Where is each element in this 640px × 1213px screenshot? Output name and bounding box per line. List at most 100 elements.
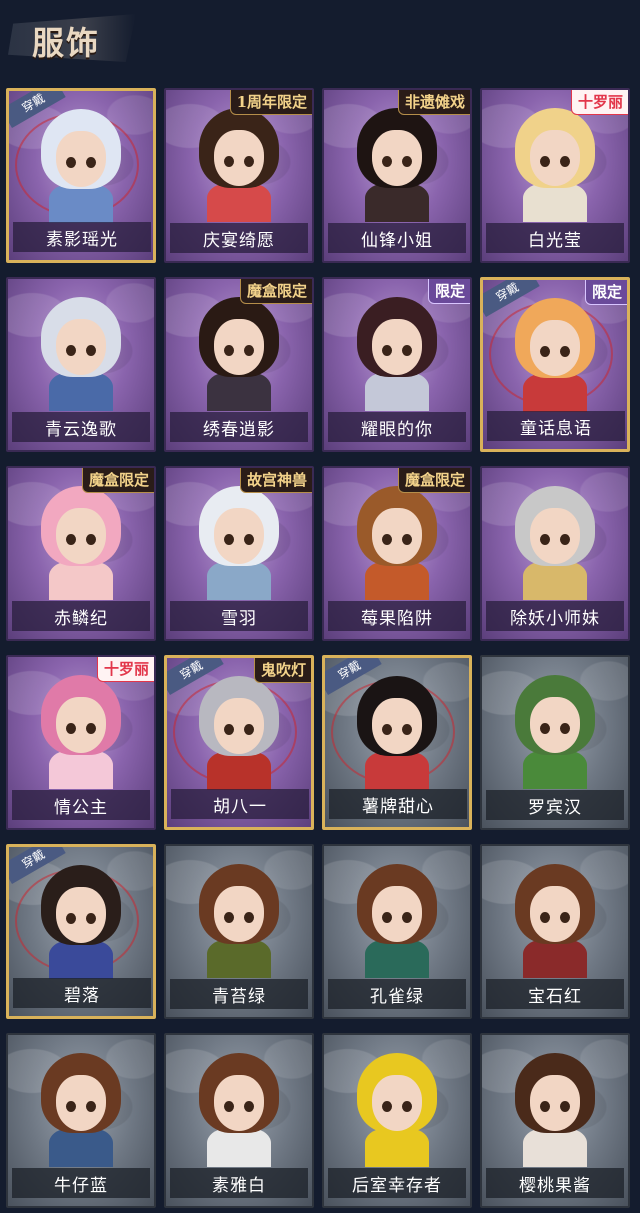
costume-name-bar: 白光莹	[486, 223, 624, 253]
costume-card[interactable]: 穿戴 碧落	[6, 844, 156, 1019]
character-portrait	[189, 297, 289, 411]
portrait-eye	[66, 913, 76, 924]
character-portrait	[31, 1053, 131, 1167]
portrait-eye	[402, 534, 412, 545]
costume-name: 白光莹	[528, 230, 582, 251]
limited-badge: 魔盒限定	[239, 279, 312, 304]
portrait-face	[56, 131, 106, 187]
costume-card[interactable]: 穿戴 薯牌甜心	[322, 655, 472, 830]
costume-card[interactable]: 孔雀绿	[322, 844, 472, 1019]
portrait-eye	[560, 912, 570, 923]
costume-card[interactable]: 限定 穿戴 童话息语	[480, 277, 630, 452]
character-portrait	[31, 865, 131, 979]
portrait-outfit	[49, 749, 113, 789]
costume-card[interactable]: 后室幸存者	[322, 1033, 472, 1208]
portrait-outfit	[49, 1127, 113, 1167]
character-portrait	[31, 675, 131, 789]
costume-card[interactable]: 穿戴 素影瑶光	[6, 88, 156, 263]
costume-card[interactable]: 十罗丽 情公主	[6, 655, 156, 830]
costume-name: 庆宴绮愿	[203, 230, 275, 251]
costume-card[interactable]: 非遗傩戏 仙锋小姐	[322, 88, 472, 263]
portrait-eye	[540, 346, 550, 357]
limited-badge: 魔盒限定	[81, 468, 154, 493]
costume-name-bar: 除妖小师妹	[486, 601, 624, 631]
costume-name-bar: 童话息语	[487, 411, 625, 441]
portrait-eye	[86, 157, 96, 168]
costume-name: 罗宾汉	[528, 797, 582, 818]
costume-card[interactable]: 故宫神兽雪羽	[164, 466, 314, 641]
costume-name-bar: 胡八一	[171, 789, 309, 819]
character-portrait	[347, 1053, 447, 1167]
costume-name-bar: 薯牌甜心	[329, 789, 467, 819]
costume-name: 青云逸歌	[45, 419, 117, 440]
costume-card[interactable]: 宝石红	[480, 844, 630, 1019]
costume-name: 宝石红	[528, 986, 582, 1007]
portrait-eye	[224, 345, 234, 356]
costume-card[interactable]: 除妖小师妹	[480, 466, 630, 641]
portrait-eye	[560, 1101, 570, 1112]
costume-card[interactable]: 十罗丽 白光莹	[480, 88, 630, 263]
portrait-outfit	[207, 1127, 271, 1167]
limited-badge: 魔盒限定	[397, 468, 470, 493]
costume-name: 仙锋小姐	[361, 230, 433, 251]
portrait-eye	[382, 156, 392, 167]
portrait-eye	[382, 345, 392, 356]
character-portrait	[505, 864, 605, 978]
portrait-eye	[382, 724, 392, 735]
costume-name-bar: 素影瑶光	[13, 222, 151, 252]
costume-name: 牛仔蓝	[54, 1175, 108, 1196]
costume-card[interactable]: 青苔绿	[164, 844, 314, 1019]
portrait-eye	[66, 157, 76, 168]
portrait-eye	[402, 156, 412, 167]
portrait-face	[530, 697, 580, 753]
portrait-outfit	[207, 560, 271, 600]
portrait-eye	[540, 912, 550, 923]
costume-card[interactable]: 鬼吹灯 穿戴 胡八一	[164, 655, 314, 830]
portrait-face	[214, 886, 264, 942]
portrait-eye	[244, 345, 254, 356]
costume-card[interactable]: 青云逸歌	[6, 277, 156, 452]
costume-name: 素影瑶光	[46, 229, 118, 250]
page-title: 服饰	[32, 24, 101, 62]
costume-card[interactable]: 素雅白	[164, 1033, 314, 1208]
portrait-outfit	[49, 183, 113, 223]
portrait-face	[214, 130, 264, 186]
costume-card[interactable]: 魔盒限定 绣春逍影	[164, 277, 314, 452]
costume-card[interactable]: 魔盒限定 莓果陷阱	[322, 466, 472, 641]
costume-name: 除妖小师妹	[510, 608, 600, 629]
costume-card[interactable]: 樱桃果酱	[480, 1033, 630, 1208]
portrait-outfit	[523, 1127, 587, 1167]
portrait-eye	[244, 156, 254, 167]
portrait-eye	[224, 156, 234, 167]
costume-card[interactable]: 1周年限定 庆宴绮愿	[164, 88, 314, 263]
limited-badge: 限定	[584, 280, 627, 305]
costume-card[interactable]: 牛仔蓝	[6, 1033, 156, 1208]
character-portrait	[189, 864, 289, 978]
portrait-face	[372, 130, 422, 186]
portrait-outfit	[49, 560, 113, 600]
portrait-outfit	[523, 560, 587, 600]
costume-card[interactable]: 罗宾汉	[480, 655, 630, 830]
costume-name: 雪羽	[221, 608, 257, 629]
portrait-outfit	[207, 750, 271, 790]
character-portrait	[505, 108, 605, 222]
costume-card[interactable]: 限定 耀眼的你	[322, 277, 472, 452]
portrait-eye	[86, 345, 96, 356]
costume-name: 青苔绿	[212, 986, 266, 1007]
portrait-eye	[244, 1101, 254, 1112]
portrait-outfit	[523, 372, 587, 412]
portrait-outfit	[49, 939, 113, 979]
portrait-eye	[66, 345, 76, 356]
portrait-eye	[560, 723, 570, 734]
portrait-outfit	[523, 749, 587, 789]
costume-name: 情公主	[54, 797, 108, 818]
costume-card[interactable]: 魔盒限定 赤鳞纪	[6, 466, 156, 641]
portrait-eye	[402, 1101, 412, 1112]
costume-name-bar: 雪羽	[170, 601, 308, 631]
costume-name-bar: 青苔绿	[170, 979, 308, 1009]
limited-badge: 故宫神兽	[239, 468, 312, 493]
costume-name: 童话息语	[520, 418, 592, 439]
portrait-face	[214, 508, 264, 564]
portrait-outfit	[207, 182, 271, 222]
character-portrait	[189, 676, 289, 790]
